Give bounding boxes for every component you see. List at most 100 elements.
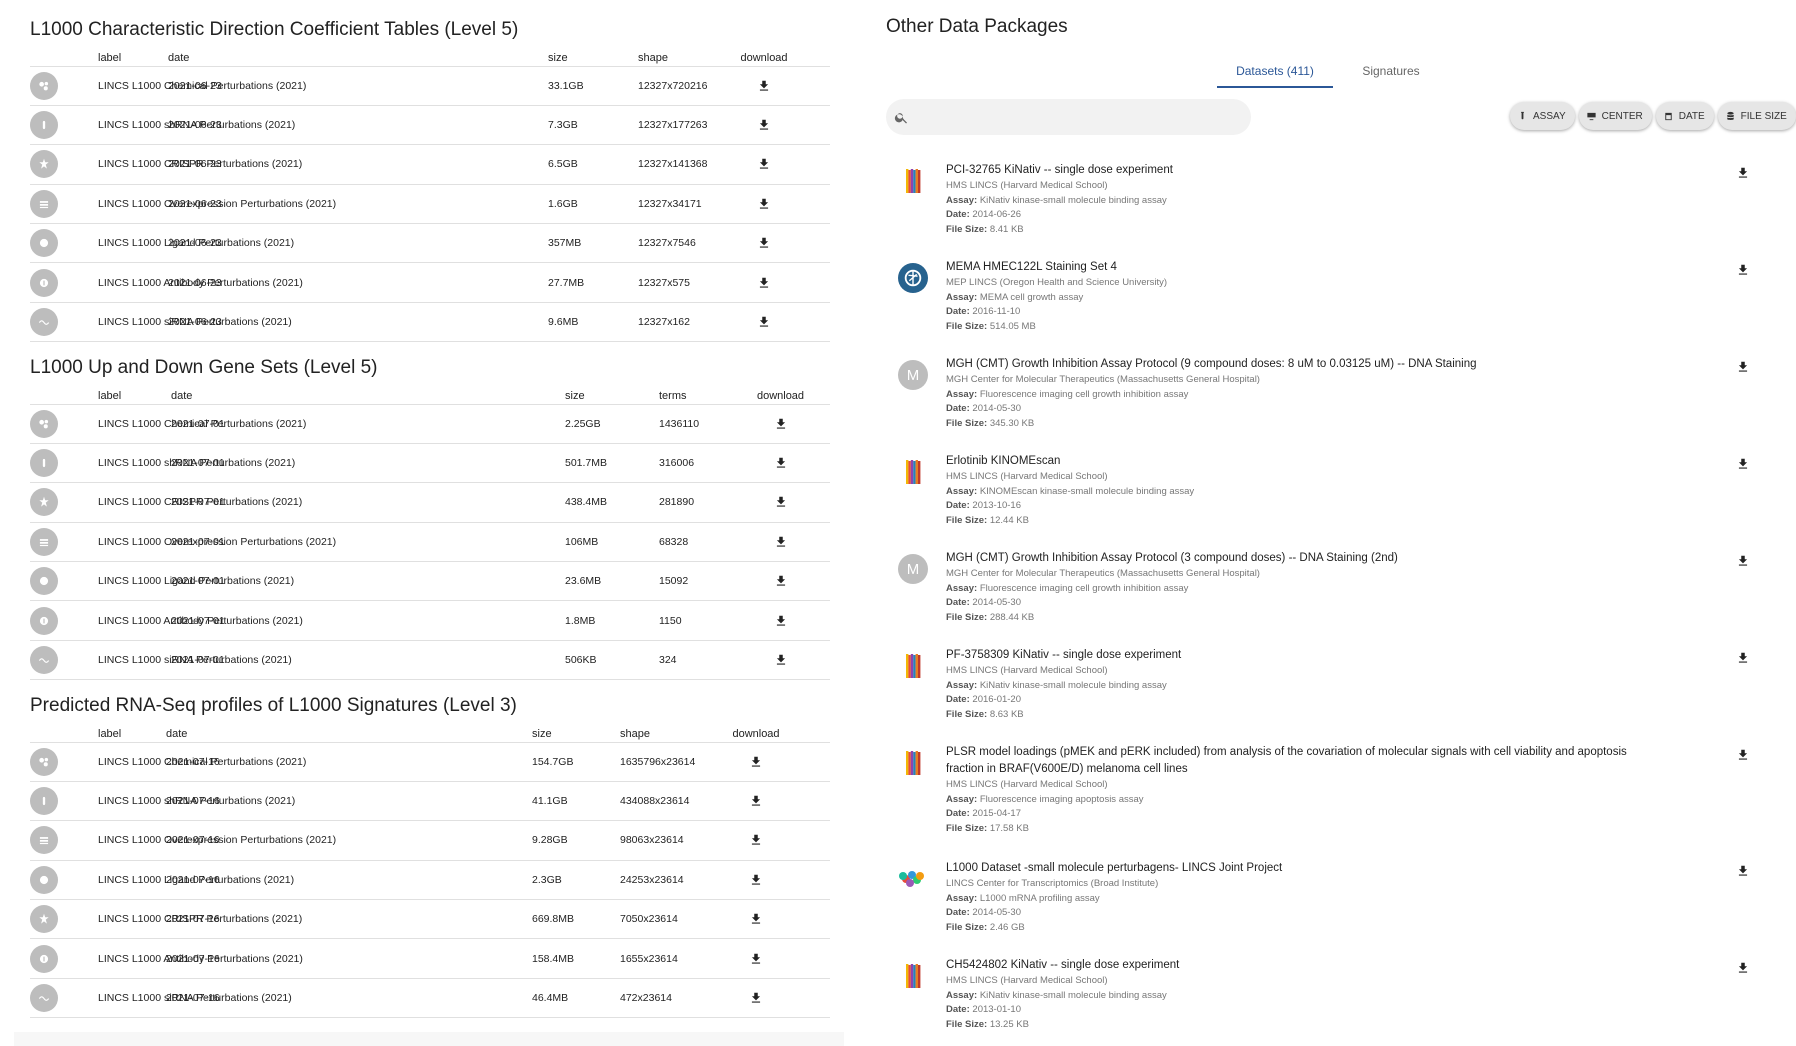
download-button[interactable] (698, 197, 830, 211)
download-button[interactable] (1736, 651, 1752, 667)
meta-label: File Size: (946, 921, 988, 933)
table-row: LINCS L1000 Overexpression Perturbations… (30, 522, 830, 563)
tab-signatures[interactable]: Signatures (1333, 60, 1449, 88)
dataset-item[interactable]: PCI-32765 KiNativ -- single dose experim… (894, 164, 1774, 262)
filter-chip-assay[interactable]: ASSAY (1510, 102, 1575, 130)
download-button[interactable] (698, 118, 830, 132)
meta-value: Fluorescence imaging cell growth inhibit… (979, 388, 1189, 400)
dataset-title[interactable]: MGH (CMT) Growth Inhibition Assay Protoc… (946, 550, 1666, 567)
download-button[interactable] (731, 535, 830, 549)
dataset-date: Date: 2014-06-26 (946, 208, 1666, 223)
search-input[interactable] (886, 99, 1251, 135)
dataset-item[interactable]: M MGH (CMT) Growth Inhibition Assay Proto… (894, 552, 1774, 650)
dataset-item[interactable]: Erlotinib KINOMEscan HMS LINCS (Harvard M… (894, 455, 1774, 553)
filter-chip-date[interactable]: DATE (1655, 102, 1714, 130)
download-button[interactable] (1736, 166, 1752, 182)
download-button[interactable] (731, 653, 830, 667)
download-button[interactable] (698, 276, 830, 290)
dataset-title[interactable]: MEMA HMEC122L Staining Set 4 (946, 259, 1666, 276)
letter-avatar: M (898, 360, 928, 390)
download-icon (1738, 555, 1748, 566)
download-button[interactable] (698, 157, 830, 171)
section-title: L1000 Up and Down Gene Sets (Level 5) (30, 357, 378, 378)
dataset-title[interactable]: PLSR model loadings (pMEK and pERK inclu… (946, 744, 1666, 778)
filter-chip-center[interactable]: CENTER (1578, 102, 1652, 130)
meta-value: 288.44 KB (989, 611, 1035, 623)
filter-chip-file-size[interactable]: FILE SIZE (1717, 102, 1796, 130)
table-section: Predicted RNA-Seq profiles of L1000 Sign… (30, 690, 830, 1019)
dataset-tabs: Datasets (411) Signatures (1217, 60, 1449, 88)
ligand-icon (39, 577, 49, 586)
download-icon (759, 238, 769, 248)
download-button[interactable] (1736, 864, 1752, 880)
row-icon-cell (30, 184, 98, 225)
tab-datasets[interactable]: Datasets (411) (1217, 60, 1333, 88)
download-button[interactable] (1736, 554, 1752, 570)
dataset-title[interactable]: MGH (CMT) Growth Inhibition Assay Protoc… (946, 356, 1666, 373)
meta-label: Date: (946, 808, 970, 819)
dataset-title[interactable]: PF-3758309 KiNativ -- single dose experi… (946, 647, 1666, 664)
cell-label: LINCS L1000 siRNA Perturbations (2021) (98, 978, 292, 1019)
meta-label: Date: (946, 500, 970, 511)
download-button[interactable] (731, 495, 830, 509)
cell-size: 1.6GB (548, 184, 638, 225)
download-button[interactable] (682, 912, 830, 926)
crispr-icon (39, 914, 49, 924)
download-cell (698, 184, 830, 225)
cell-label: LINCS L1000 Ligand Perturbations (2021) (98, 860, 294, 901)
download-button[interactable] (698, 79, 830, 93)
download-button[interactable] (682, 952, 830, 966)
download-icon (1738, 652, 1748, 663)
dataset-title[interactable]: Erlotinib KINOMEscan (946, 453, 1666, 470)
download-icon (751, 795, 761, 806)
download-button[interactable] (698, 315, 830, 329)
download-button[interactable] (682, 794, 830, 808)
mep-logo-icon (898, 263, 928, 293)
hms-logo-icon (906, 169, 921, 193)
table-row: LINCS L1000 Chemical Perturbations (2021… (30, 742, 830, 782)
meta-label: Assay: (946, 485, 978, 497)
dataset-title[interactable]: CH5424802 KiNativ -- single dose experim… (946, 957, 1666, 974)
download-button[interactable] (682, 833, 830, 847)
row-icon-cell (30, 66, 98, 106)
perturbation-avatar (30, 527, 58, 556)
overexpression-icon (39, 538, 49, 546)
dataset-title[interactable]: PCI-32765 KiNativ -- single dose experim… (946, 162, 1666, 179)
dataset-item[interactable]: CH5424802 KiNativ -- single dose experim… (894, 959, 1774, 1046)
right-panel: Other Data Packages Datasets (411) Signa… (886, 0, 1796, 1046)
dataset-item[interactable]: L1000 Dataset -small molecule perturbage… (894, 862, 1774, 960)
download-button[interactable] (731, 417, 830, 431)
meta-value: 13.25 KB (989, 1018, 1029, 1030)
download-button[interactable] (698, 236, 830, 250)
dataset-item[interactable]: M MGH (CMT) Growth Inhibition Assay Proto… (894, 358, 1774, 456)
download-button[interactable] (682, 991, 830, 1005)
meta-value: KiNativ kinase-small molecule binding as… (979, 194, 1167, 206)
download-button[interactable] (731, 614, 830, 628)
table-row: LINCS L1000 CRISPR Perturbations (2021) 2… (30, 899, 830, 940)
dataset-item[interactable]: PLSR model loadings (pMEK and pERK inclu… (894, 746, 1774, 844)
download-button[interactable] (731, 456, 830, 470)
row-icon-cell (30, 223, 98, 264)
download-cell (698, 144, 830, 185)
download-button[interactable] (731, 574, 830, 588)
download-button[interactable] (1736, 263, 1752, 279)
dataset-title[interactable]: L1000 Dataset -small molecule perturbage… (946, 860, 1666, 877)
cell-label: LINCS L1000 Ligand Perturbations (2021) (98, 223, 294, 264)
download-cell (698, 66, 830, 106)
download-icon (751, 953, 761, 964)
dataset-item[interactable]: MEMA HMEC122L Staining Set 4 MEP LINCS (O… (894, 261, 1774, 359)
meta-value: KINOMEscan kinase-small molecule binding… (979, 485, 1195, 497)
download-button[interactable] (1736, 457, 1752, 473)
download-button[interactable] (1736, 360, 1752, 376)
download-button[interactable] (1736, 748, 1752, 764)
dataset-date: Date: 2015-04-17 (946, 807, 1666, 822)
meta-value: 12.44 KB (989, 514, 1029, 526)
download-button[interactable] (682, 755, 830, 769)
dataset-item[interactable]: PF-3758309 KiNativ -- single dose experi… (894, 649, 1774, 747)
meta-value: 2014-06-26 (972, 209, 1022, 220)
dataset-assay: Assay: KiNativ kinase-small molecule bin… (946, 194, 1666, 209)
download-button[interactable] (682, 873, 830, 887)
download-button[interactable] (1736, 961, 1752, 977)
dataset-date: Date: 2016-11-10 (946, 305, 1666, 320)
meta-value: L1000 mRNA profiling assay (979, 892, 1100, 904)
